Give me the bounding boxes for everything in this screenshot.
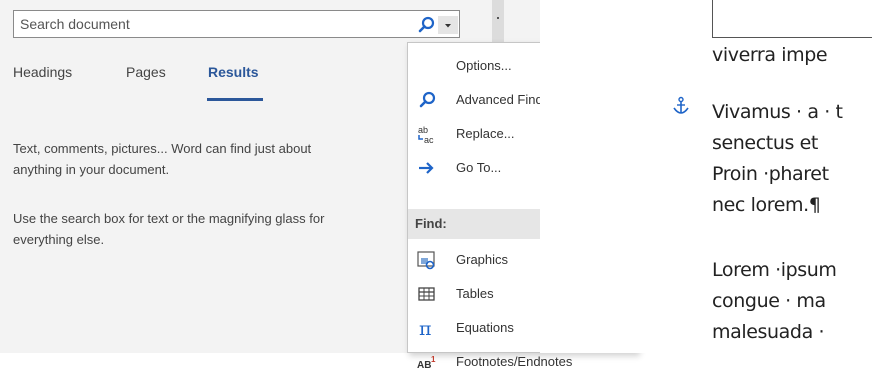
menu-item-label: Tables [456, 286, 494, 301]
document-line: senectus et [712, 132, 818, 154]
arrow-right-icon [419, 162, 434, 174]
document-line: viverra impe [712, 44, 828, 66]
menu-item-label: Equations [456, 320, 514, 335]
document-line: Lorem ·ipsum [712, 259, 837, 281]
document-line: nec lorem.¶ [712, 194, 821, 216]
menu-item-label: Options... [456, 58, 512, 73]
help-text-search: Use the search box for text or the magni… [13, 211, 325, 247]
svg-text:ab: ab [418, 125, 428, 135]
tab-results[interactable]: Results [208, 64, 259, 80]
replace-icon: ab ac [418, 125, 434, 144]
anchor-icon [673, 96, 689, 114]
svg-text:AB: AB [417, 360, 431, 371]
search-magnifier-icon[interactable] [416, 16, 438, 34]
search-options-dropdown-icon[interactable] [438, 16, 458, 34]
active-tab-indicator [207, 98, 263, 101]
tab-pages[interactable]: Pages [126, 64, 166, 80]
search-box [13, 10, 460, 38]
menu-item-label: Replace... [456, 126, 515, 141]
graphics-icon [417, 251, 435, 270]
document-text-box [712, 0, 872, 38]
table-icon [418, 287, 435, 301]
document-line: malesuada · [712, 321, 825, 343]
svg-text:ac: ac [424, 135, 434, 144]
tab-headings[interactable]: Headings [13, 64, 72, 80]
document-line: Proin ·pharet [712, 163, 829, 185]
menu-item-label: Go To... [456, 160, 502, 175]
document-line: Vivamus · a · t [712, 101, 843, 123]
scroll-gutter[interactable] [492, 0, 504, 42]
search-input[interactable] [20, 11, 400, 37]
magnifier-icon [419, 91, 436, 108]
svg-text:1: 1 [431, 355, 436, 364]
document-area[interactable]: viverra impe Vivamus · a · t senectus et… [540, 0, 872, 353]
menu-item-label: Advanced Find... [456, 92, 554, 107]
footnote-icon: AB 1 [417, 355, 436, 371]
svg-text:π: π [419, 318, 432, 338]
menu-item-label: Graphics [456, 252, 509, 267]
document-line: congue · ma [712, 290, 826, 312]
help-text-find: Text, comments, pictures... Word can fin… [13, 141, 312, 177]
menu-item-label: Footnotes/Endnotes [456, 354, 573, 369]
pi-icon: π [419, 318, 432, 338]
